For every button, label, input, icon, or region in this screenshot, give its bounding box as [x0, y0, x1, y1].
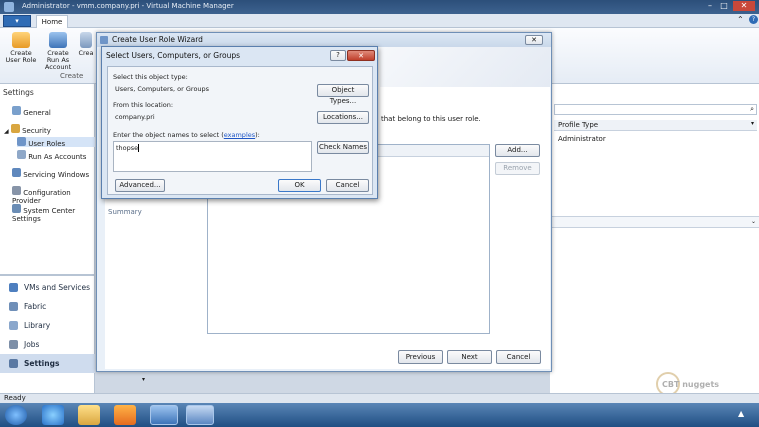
vms-icon — [9, 283, 18, 292]
nav-item-user-roles[interactable]: User Roles — [17, 137, 95, 148]
object-type-field: Users, Computers, or Groups — [113, 84, 310, 95]
create-button[interactable]: Crea — [76, 32, 96, 74]
internet-explorer-icon[interactable] — [42, 405, 64, 425]
navigation-pane: Settings General ◢ Security User Roles R… — [0, 84, 145, 394]
dialog-body: Select this object type: Users, Computer… — [107, 66, 373, 195]
object-types-button[interactable]: Object Types... — [317, 84, 369, 105]
grid-header: Profile Type ▾ — [554, 120, 757, 131]
maximize-icon[interactable]: □ — [717, 1, 731, 11]
locations-button[interactable]: Locations... — [317, 111, 369, 124]
location-field: company.pri — [113, 112, 310, 123]
workspace-vms-and-services[interactable]: VMs and Services — [0, 278, 95, 297]
vmm-console-icon[interactable] — [150, 405, 178, 425]
object-names-input[interactable]: thopse — [113, 141, 312, 172]
system-center-settings-icon — [12, 204, 21, 213]
wizard-title-bar: Create User Role Wizard ✕ — [97, 33, 551, 47]
nav-item-run-as-accounts[interactable]: Run As Accounts — [17, 150, 86, 161]
ribbon-minimize-icon[interactable]: ⌃ — [737, 15, 744, 24]
examples-link[interactable]: examples — [224, 131, 255, 139]
column-profile-type[interactable]: Profile Type — [558, 121, 598, 129]
workspace-settings[interactable]: Settings — [0, 354, 95, 373]
remove-button[interactable]: Remove — [495, 162, 540, 175]
create-user-role-icon — [12, 32, 30, 48]
remote-desktop-icon[interactable] — [186, 405, 214, 425]
nav-item-configuration-provider[interactable]: Configuration Provider — [12, 186, 94, 205]
run-as-accounts-icon — [17, 150, 26, 159]
check-names-button[interactable]: Check Names — [317, 141, 369, 154]
grid-cell-profile-type[interactable]: Administrator — [558, 135, 606, 143]
wizard-banner — [380, 47, 550, 87]
status-bar: Ready — [0, 393, 759, 403]
column-filter-icon[interactable]: ▾ — [751, 120, 754, 127]
expand-arrow-icon[interactable]: ◢ — [4, 128, 9, 135]
library-icon — [9, 321, 18, 330]
app-icon — [4, 2, 14, 12]
nav-item-system-center-settings[interactable]: System Center Settings — [12, 204, 94, 223]
select-users-dialog: Select Users, Computers, or Groups ? ✕ S… — [101, 46, 378, 199]
details-divider: ⌄ — [550, 216, 759, 228]
media-player-icon[interactable] — [114, 405, 136, 425]
jobs-icon — [9, 340, 18, 349]
wizard-close-button[interactable]: ✕ — [525, 35, 543, 45]
configuration-provider-icon — [12, 186, 21, 195]
dialog-cancel-button[interactable]: Cancel — [326, 179, 369, 192]
security-icon — [10, 124, 20, 133]
file-menu-button[interactable]: ▾ — [3, 15, 31, 27]
create-run-as-account-icon — [49, 32, 67, 48]
close-icon[interactable]: ✕ — [733, 1, 755, 11]
workspace-library[interactable]: Library — [0, 316, 95, 335]
wizard-app-icon — [100, 36, 108, 44]
create-icon — [80, 32, 92, 48]
nav-item-security[interactable]: ◢ Security — [4, 124, 51, 135]
location-label: From this location: — [113, 101, 174, 109]
wizard-description: that belong to this user role. — [381, 115, 481, 123]
details-expand-icon[interactable]: ⌄ — [751, 218, 756, 225]
ok-button[interactable]: OK — [278, 179, 321, 192]
navigation-header: Settings — [3, 88, 34, 97]
search-box[interactable]: ⌕ — [554, 104, 757, 115]
wizard-title: Create User Role Wizard — [112, 35, 203, 44]
general-icon — [12, 106, 21, 115]
ribbon-tab-strip: ▾ Home ⌃ ? — [0, 14, 759, 29]
help-icon[interactable]: ? — [749, 15, 758, 24]
minimize-icon[interactable]: – — [703, 1, 717, 11]
nav-item-servicing-windows[interactable]: Servicing Windows — [12, 168, 89, 179]
tray-arrow-icon[interactable]: ▲ — [738, 409, 744, 418]
wizard-cancel-button[interactable]: Cancel — [496, 350, 541, 364]
object-names-label: Enter the object names to select (exampl… — [113, 131, 260, 139]
workspace-fabric[interactable]: Fabric — [0, 297, 95, 316]
wizard-step-summary[interactable]: Summary — [108, 208, 142, 216]
previous-button[interactable]: Previous — [398, 350, 443, 364]
next-button[interactable]: Next — [447, 350, 492, 364]
ribbon-group-label: Create — [60, 72, 84, 80]
user-roles-icon — [17, 137, 26, 146]
window-title-bar: Administrator - vmm.company.pri - Virtua… — [0, 0, 759, 14]
taskbar: ▲ — [0, 403, 759, 427]
tab-home[interactable]: Home — [36, 15, 68, 29]
object-type-label: Select this object type: — [113, 73, 188, 81]
file-explorer-icon[interactable] — [78, 405, 100, 425]
start-button-icon[interactable] — [5, 405, 27, 425]
search-icon[interactable]: ⌕ — [750, 105, 754, 114]
workspace-divider — [0, 274, 95, 276]
text-cursor — [138, 144, 139, 152]
window-title: Administrator - vmm.company.pri - Virtua… — [22, 2, 234, 10]
create-user-role-button[interactable]: Create User Role — [3, 32, 39, 74]
add-button[interactable]: Add... — [495, 144, 540, 157]
servicing-windows-icon — [12, 168, 21, 177]
settings-icon — [9, 359, 18, 368]
dialog-help-button[interactable]: ? — [330, 50, 346, 61]
watermark-text: CBT nuggets — [662, 380, 720, 389]
dialog-close-button[interactable]: ✕ — [347, 50, 375, 61]
create-run-as-account-button[interactable]: Create Run As Account — [40, 32, 76, 74]
workspace-jobs[interactable]: Jobs — [0, 335, 95, 354]
nav-item-general[interactable]: General — [12, 106, 51, 117]
advanced-button[interactable]: Advanced... — [115, 179, 165, 192]
results-pane: ⌕ Profile Type ▾ Administrator ⌄ — [550, 84, 759, 393]
fabric-icon — [9, 302, 18, 311]
overflow-chevron-icon[interactable]: ▾ — [142, 376, 145, 383]
